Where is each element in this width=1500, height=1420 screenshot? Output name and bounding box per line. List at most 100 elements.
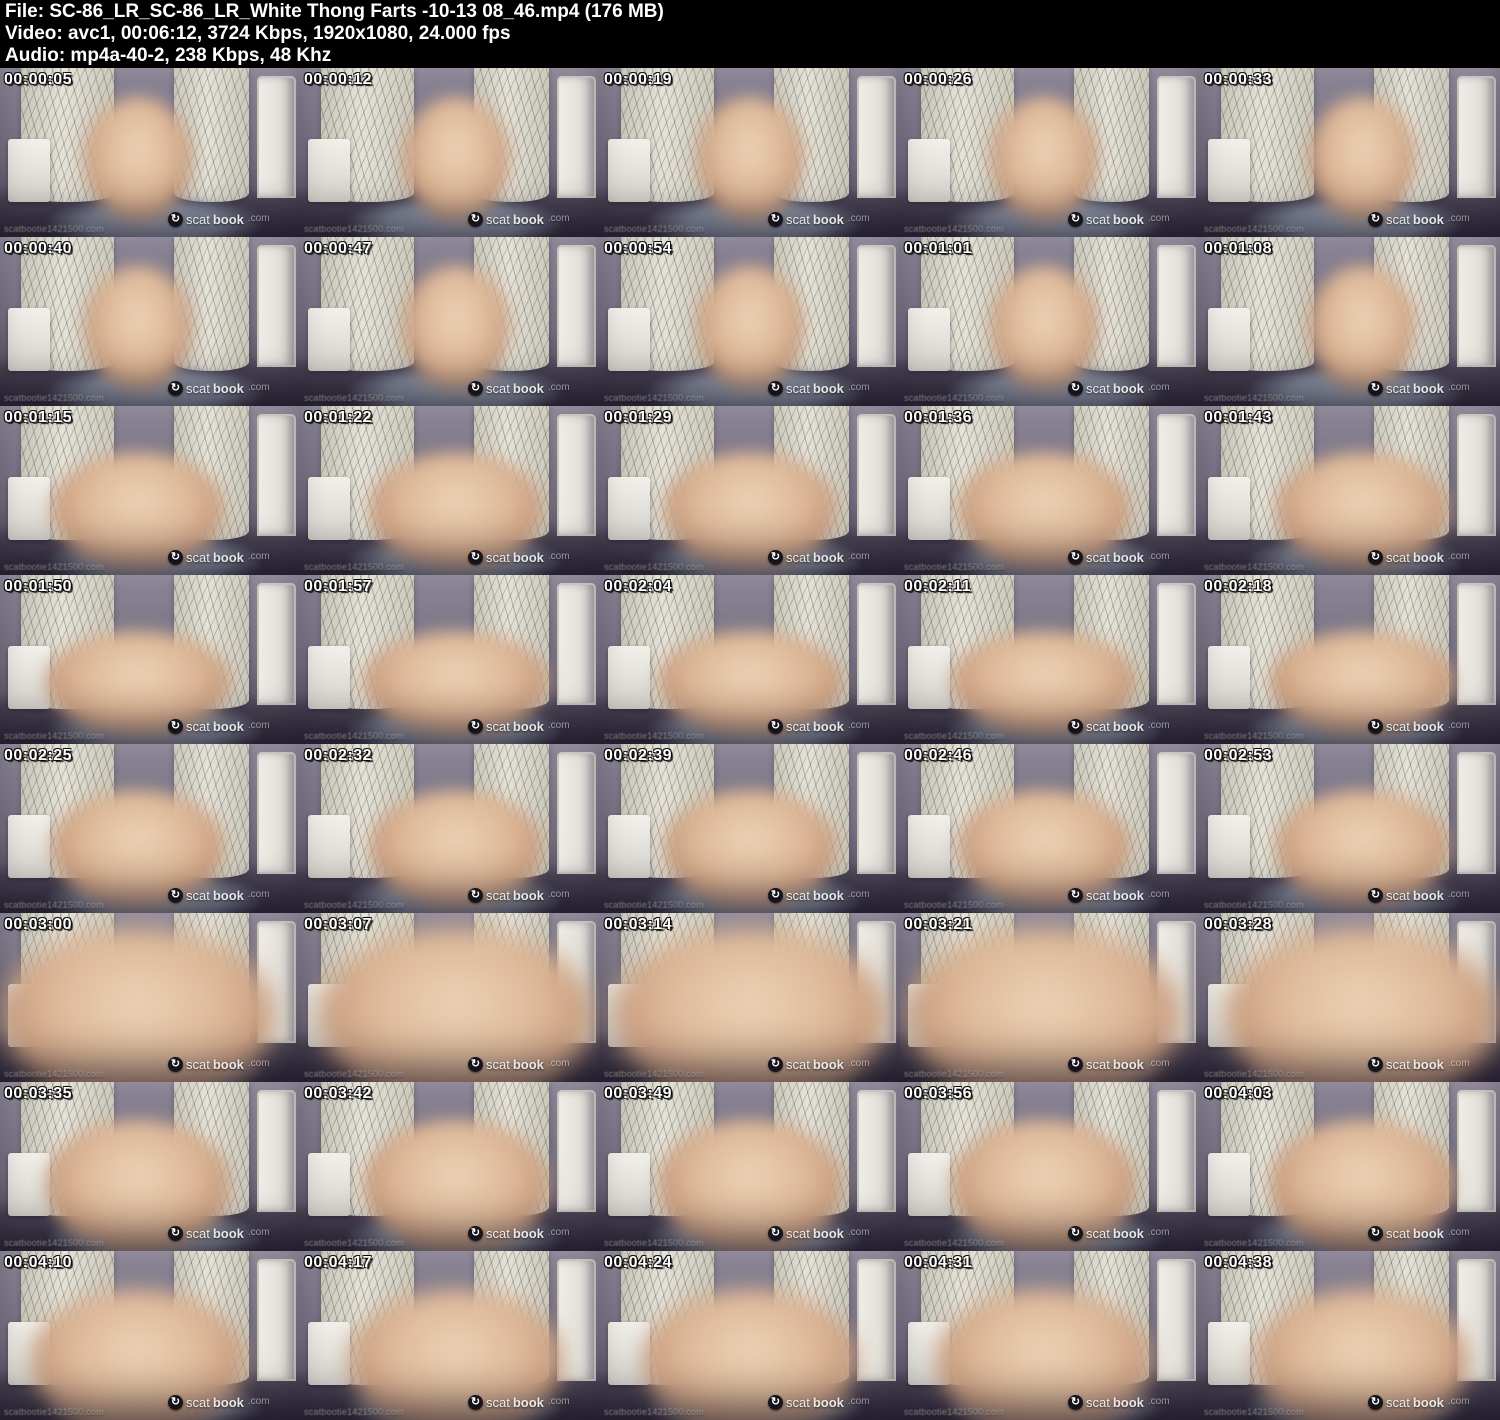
appliance-shape (908, 1153, 950, 1216)
scatbook-logo-icon: ↻ (1368, 1395, 1383, 1410)
watermark-brand-prefix: scat (1386, 720, 1410, 733)
scatbook-watermark: ↻ scatbook.com (1368, 1226, 1470, 1241)
watermark-brand-prefix: scat (1086, 889, 1110, 902)
door-shape (257, 583, 296, 705)
video-thumbnail: 00:04:24 scatbootie1421500.com ↻ scatboo… (600, 1251, 900, 1420)
timestamp-overlay: 00:02:46 (904, 747, 972, 765)
watermark-brand-bold: book (1113, 1227, 1144, 1240)
corner-watermark: scatbootie1421500.com (1204, 731, 1304, 741)
scatbook-logo-icon: ↻ (468, 550, 483, 565)
timestamp-overlay: 00:03:42 (304, 1085, 372, 1103)
watermark-brand-bold: book (213, 720, 244, 733)
scatbook-watermark: ↻ scatbook.com (1368, 1395, 1470, 1410)
video-thumbnail: 00:02:11 scatbootie1421500.com ↻ scatboo… (900, 575, 1200, 744)
timestamp-overlay: 00:02:11 (904, 578, 971, 596)
corner-watermark: scatbootie1421500.com (604, 900, 704, 910)
corner-watermark: scatbootie1421500.com (4, 731, 104, 741)
watermark-brand-prefix: scat (486, 1227, 510, 1240)
appliance-shape (908, 139, 950, 202)
scatbook-logo-icon: ↻ (1068, 212, 1083, 227)
watermark-brand-suffix: .com (848, 1397, 870, 1407)
corner-watermark: scatbootie1421500.com (4, 1069, 104, 1079)
door-shape (857, 245, 896, 367)
scatbook-logo-icon: ↻ (468, 888, 483, 903)
watermark-brand-prefix: scat (186, 1396, 210, 1409)
scatbook-watermark: ↻ scatbook.com (468, 381, 570, 396)
watermark-brand-prefix: scat (186, 213, 210, 226)
scatbook-watermark: ↻ scatbook.com (1068, 1057, 1170, 1072)
timestamp-overlay: 00:02:39 (604, 747, 672, 765)
watermark-brand-suffix: .com (548, 552, 570, 562)
timestamp-overlay: 00:00:05 (4, 71, 72, 89)
scatbook-watermark: ↻ scatbook.com (1068, 888, 1170, 903)
scatbook-watermark: ↻ scatbook.com (768, 1395, 870, 1410)
timestamp-overlay: 00:00:19 (604, 71, 672, 89)
video-thumbnail: 00:00:19 scatbootie1421500.com ↻ scatboo… (600, 68, 900, 237)
watermark-brand-prefix: scat (786, 889, 810, 902)
video-thumbnail: 00:03:56 scatbootie1421500.com ↻ scatboo… (900, 1082, 1200, 1251)
door-shape (1157, 76, 1196, 198)
appliance-shape (8, 815, 50, 878)
watermark-brand-bold: book (513, 1227, 544, 1240)
corner-watermark: scatbootie1421500.com (304, 224, 404, 234)
timestamp-overlay: 00:01:43 (1204, 409, 1272, 427)
figure-blob (990, 97, 1098, 222)
video-thumbnail: 00:01:36 scatbootie1421500.com ↻ scatboo… (900, 406, 1200, 575)
timestamp-overlay: 00:03:00 (4, 916, 72, 934)
video-thumbnail: 00:03:14 scatbootie1421500.com ↻ scatboo… (600, 913, 900, 1082)
scatbook-logo-icon: ↻ (1368, 381, 1383, 396)
video-thumbnail: 00:02:46 scatbootie1421500.com ↻ scatboo… (900, 744, 1200, 913)
watermark-brand-prefix: scat (786, 1227, 810, 1240)
video-info-line: Video: avc1, 00:06:12, 3724 Kbps, 1920x1… (5, 23, 1495, 45)
appliance-shape (308, 646, 350, 709)
appliance-shape (908, 308, 950, 371)
scatbook-logo-icon: ↻ (1368, 1057, 1383, 1072)
appliance-shape (1208, 815, 1250, 878)
timestamp-overlay: 00:02:04 (604, 578, 672, 596)
scatbook-logo-icon: ↻ (768, 888, 783, 903)
timestamp-overlay: 00:01:08 (1204, 240, 1272, 258)
watermark-brand-bold: book (1113, 382, 1144, 395)
timestamp-overlay: 00:01:22 (304, 409, 372, 427)
scatbook-watermark: ↻ scatbook.com (1368, 888, 1470, 903)
video-thumbnail: 00:04:03 scatbootie1421500.com ↻ scatboo… (1200, 1082, 1500, 1251)
watermark-brand-suffix: .com (248, 890, 270, 900)
appliance-shape (308, 139, 350, 202)
corner-watermark: scatbootie1421500.com (4, 900, 104, 910)
corner-watermark: scatbootie1421500.com (1204, 900, 1304, 910)
corner-watermark: scatbootie1421500.com (904, 224, 1004, 234)
appliance-shape (908, 815, 950, 878)
watermark-brand-prefix: scat (786, 1396, 810, 1409)
scatbook-watermark: ↻ scatbook.com (1068, 550, 1170, 565)
door-shape (1157, 752, 1196, 874)
scatbook-watermark: ↻ scatbook.com (1368, 212, 1470, 227)
door-shape (257, 414, 296, 536)
video-thumbnail: 00:00:26 scatbootie1421500.com ↻ scatboo… (900, 68, 1200, 237)
scatbook-logo-icon: ↻ (768, 1057, 783, 1072)
door-shape (1457, 583, 1496, 705)
watermark-brand-prefix: scat (1386, 382, 1410, 395)
appliance-shape (608, 308, 650, 371)
corner-watermark: scatbootie1421500.com (304, 1238, 404, 1248)
watermark-brand-suffix: .com (1148, 552, 1170, 562)
watermark-brand-suffix: .com (1448, 890, 1470, 900)
video-thumbnail: 00:00:12 scatbootie1421500.com ↻ scatboo… (300, 68, 600, 237)
watermark-brand-bold: book (513, 382, 544, 395)
video-thumbnail: 00:01:01 scatbootie1421500.com ↻ scatboo… (900, 237, 1200, 406)
scatbook-watermark: ↻ scatbook.com (168, 719, 270, 734)
door-shape (857, 583, 896, 705)
video-thumbnail: 00:01:22 scatbootie1421500.com ↻ scatboo… (300, 406, 600, 575)
video-thumbnail: 00:00:54 scatbootie1421500.com ↻ scatboo… (600, 237, 900, 406)
watermark-brand-bold: book (513, 213, 544, 226)
watermark-brand-prefix: scat (186, 1227, 210, 1240)
video-thumbnail: 00:01:43 scatbootie1421500.com ↻ scatboo… (1200, 406, 1500, 575)
figure-blob (696, 266, 804, 391)
door-shape (1457, 76, 1496, 198)
scatbook-logo-icon: ↻ (468, 212, 483, 227)
watermark-brand-prefix: scat (1386, 1396, 1410, 1409)
scatbook-logo-icon: ↻ (1368, 719, 1383, 734)
watermark-brand-suffix: .com (1148, 890, 1170, 900)
video-thumbnail: 00:00:47 scatbootie1421500.com ↻ scatboo… (300, 237, 600, 406)
scatbook-watermark: ↻ scatbook.com (1068, 381, 1170, 396)
watermark-brand-prefix: scat (1086, 720, 1110, 733)
